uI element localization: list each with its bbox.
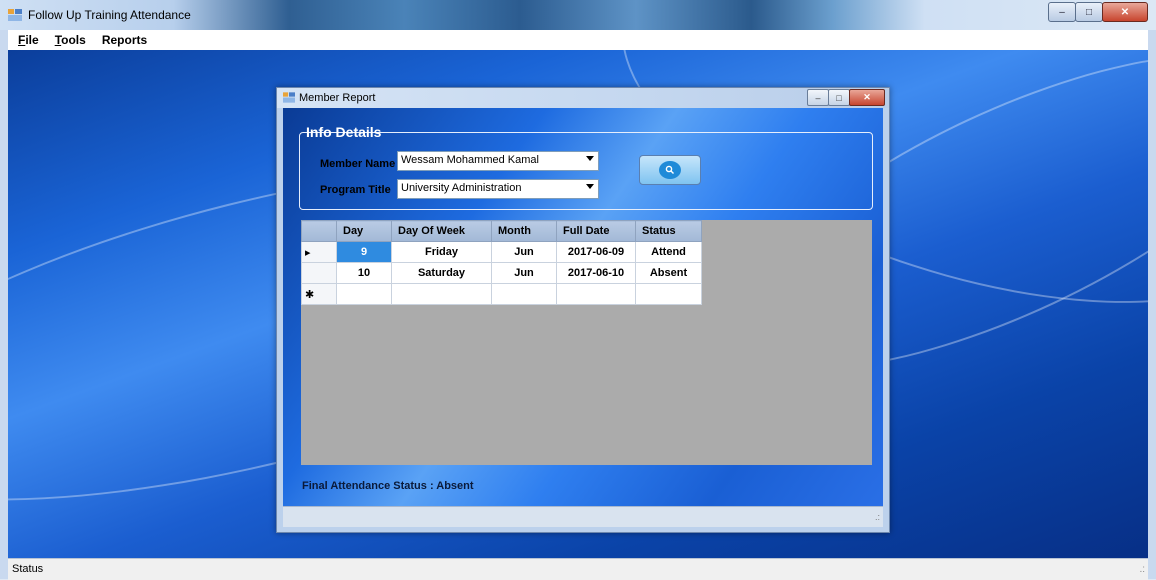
member-name-combobox[interactable]: Wessam Mohammed Kamal — [397, 151, 599, 171]
chevron-down-icon[interactable] — [586, 156, 594, 161]
column-header-month[interactable]: Month — [491, 220, 557, 242]
chevron-down-icon[interactable] — [586, 184, 594, 189]
cell-status[interactable] — [635, 283, 702, 305]
column-header-status[interactable]: Status — [635, 220, 702, 242]
child-minimize-button[interactable]: – — [807, 89, 829, 106]
child-caption-buttons: – □ ✕ — [807, 89, 885, 106]
cell-status[interactable]: Absent — [635, 262, 702, 284]
cell-day[interactable]: 9 — [336, 241, 392, 263]
program-title-label: Program Title — [320, 184, 391, 196]
program-title-value: University Administration — [401, 182, 522, 194]
child-maximize-button[interactable]: □ — [828, 89, 850, 106]
child-window-title: Member Report — [299, 92, 376, 104]
row-header[interactable]: ▸ — [301, 241, 337, 263]
status-bar: Status .: — [8, 558, 1148, 580]
cell-status[interactable]: Attend — [635, 241, 702, 263]
cell-month[interactable] — [491, 283, 557, 305]
form-app-icon — [283, 92, 295, 103]
column-header-full-date[interactable]: Full Date — [556, 220, 636, 242]
attendance-table: Day Day Of Week Month Full Date Status ▸… — [301, 220, 702, 305]
program-title-combobox[interactable]: University Administration — [397, 179, 599, 199]
status-label: Status — [12, 563, 44, 575]
new-row-icon: ✱ — [305, 288, 315, 301]
cell-day-of-week[interactable]: Saturday — [391, 262, 492, 284]
cell-day-of-week[interactable] — [391, 283, 492, 305]
grid-corner-header[interactable] — [301, 220, 337, 242]
window-title: Follow Up Training Attendance — [28, 8, 191, 22]
row-header[interactable]: ✱ — [301, 283, 337, 305]
form-app-icon — [8, 9, 22, 21]
member-name-label: Member Name — [320, 158, 396, 170]
table-row[interactable]: ▸ 9 Friday Jun 2017-06-09 Attend — [301, 241, 702, 263]
cell-full-date[interactable] — [556, 283, 636, 305]
menu-reports[interactable]: Reports — [102, 33, 147, 47]
member-report-window: Member Report – □ ✕ Info Details Member … — [276, 87, 890, 533]
cell-day[interactable] — [336, 283, 392, 305]
cell-month[interactable]: Jun — [491, 241, 557, 263]
child-title-bar[interactable]: Member Report – □ ✕ — [277, 88, 889, 108]
new-row[interactable]: ✱ — [301, 283, 702, 305]
window-caption-buttons: – □ ✕ — [1048, 2, 1148, 22]
column-header-day[interactable]: Day — [336, 220, 392, 242]
row-header[interactable] — [301, 262, 337, 284]
column-header-day-of-week[interactable]: Day Of Week — [391, 220, 492, 242]
cell-full-date[interactable]: 2017-06-09 — [556, 241, 636, 263]
menu-tools[interactable]: Tools — [55, 33, 86, 47]
attendance-grid[interactable]: Day Day Of Week Month Full Date Status ▸… — [301, 220, 872, 465]
child-close-button[interactable]: ✕ — [849, 89, 885, 106]
cell-day[interactable]: 10 — [336, 262, 392, 284]
table-row[interactable]: 10 Saturday Jun 2017-06-10 Absent — [301, 262, 702, 284]
member-name-value: Wessam Mohammed Kamal — [401, 154, 539, 166]
maximize-button[interactable]: □ — [1075, 2, 1103, 22]
search-button[interactable] — [639, 155, 701, 185]
child-status-strip: .: — [283, 506, 883, 527]
close-button[interactable]: ✕ — [1102, 2, 1148, 22]
menu-bar: File Tools Reports — [8, 30, 1148, 50]
final-attendance-status: Final Attendance Status : Absent — [302, 480, 474, 492]
cell-full-date[interactable]: 2017-06-10 — [556, 262, 636, 284]
search-icon — [659, 161, 681, 179]
grid-header-row: Day Day Of Week Month Full Date Status — [301, 220, 702, 242]
member-report-client: Info Details Member Name Wessam Mohammed… — [283, 108, 883, 506]
cell-day-of-week[interactable]: Friday — [391, 241, 492, 263]
groupbox-title: Info Details — [306, 124, 382, 140]
resize-grip-icon[interactable]: .: — [875, 512, 880, 522]
title-bar: Follow Up Training Attendance – □ ✕ — [0, 0, 1156, 30]
resize-grip-icon[interactable]: .: — [1139, 564, 1145, 575]
row-pointer-icon: ▸ — [305, 246, 311, 259]
main-window: Follow Up Training Attendance – □ ✕ File… — [0, 0, 1156, 580]
cell-month[interactable]: Jun — [491, 262, 557, 284]
menu-file[interactable]: File — [18, 33, 39, 47]
minimize-button[interactable]: – — [1048, 2, 1076, 22]
